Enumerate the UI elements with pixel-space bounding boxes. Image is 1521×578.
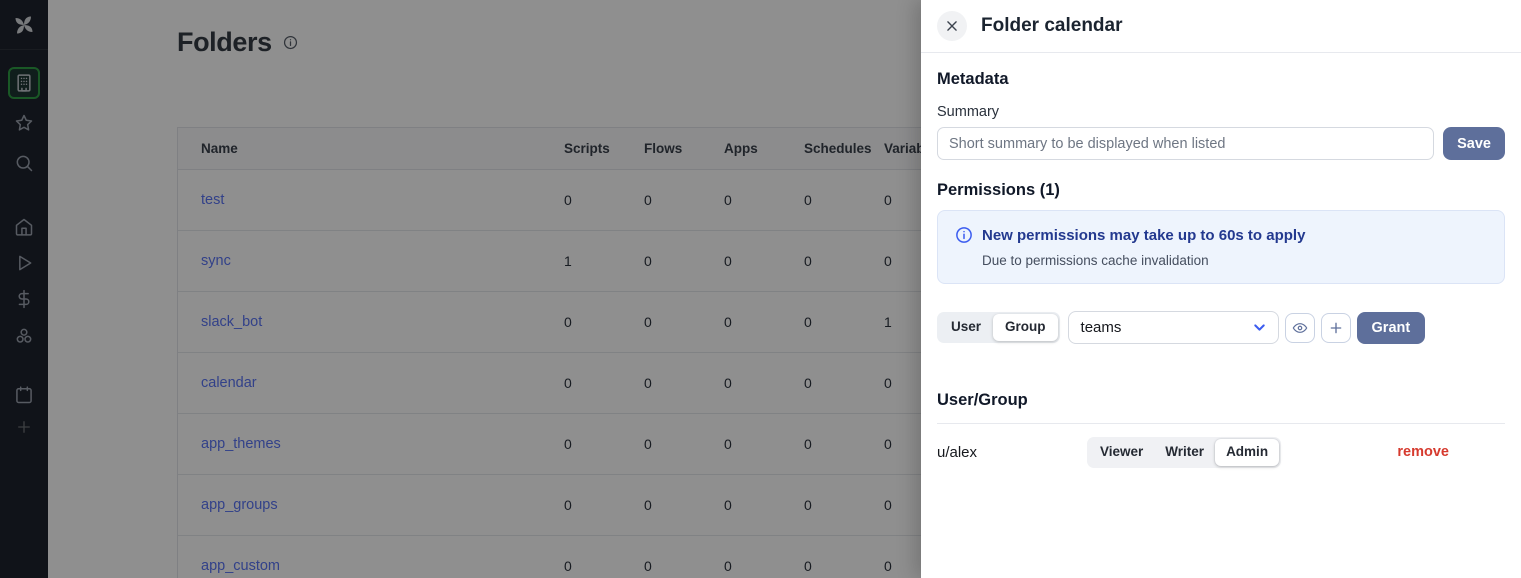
folder-details-drawer: Folder calendar Metadata Summary Save Pe… <box>921 0 1521 578</box>
group-select-value: teams <box>1081 319 1122 336</box>
toggle-group[interactable]: Group <box>993 314 1058 341</box>
user-group-list-heading: User/Group <box>937 391 1505 410</box>
alert-subtitle: Due to permissions cache invalidation <box>982 253 1487 268</box>
group-select[interactable]: teams <box>1068 311 1279 344</box>
permission-entry-name: u/alex <box>937 444 1087 461</box>
info-icon <box>955 226 973 244</box>
metadata-heading: Metadata <box>937 70 1505 89</box>
add-group-button[interactable] <box>1321 313 1351 343</box>
summary-label: Summary <box>937 104 1505 120</box>
remove-permission-button[interactable]: remove <box>1397 444 1449 460</box>
role-toggle: Viewer Writer Admin <box>1087 437 1281 468</box>
alert-title: New permissions may take up to 60s to ap… <box>982 227 1305 244</box>
save-button[interactable]: Save <box>1443 127 1505 160</box>
eye-icon <box>1292 320 1308 336</box>
chevron-down-icon <box>1251 319 1268 336</box>
permissions-alert: New permissions may take up to 60s to ap… <box>937 210 1505 284</box>
permissions-heading: Permissions (1) <box>937 181 1505 200</box>
grant-controls: User Group teams Grant <box>937 311 1505 344</box>
summary-input[interactable] <box>937 127 1434 160</box>
close-icon <box>945 19 959 33</box>
close-button[interactable] <box>937 11 967 41</box>
permission-entry-row: u/alex Viewer Writer Admin remove <box>937 424 1505 481</box>
drawer-header: Folder calendar <box>921 0 1521 53</box>
role-admin[interactable]: Admin <box>1215 439 1279 466</box>
view-permissions-button[interactable] <box>1285 313 1315 343</box>
grant-button[interactable]: Grant <box>1357 312 1426 344</box>
role-viewer[interactable]: Viewer <box>1089 439 1154 466</box>
toggle-user[interactable]: User <box>939 314 993 341</box>
plus-icon <box>1328 320 1344 336</box>
user-group-toggle: User Group <box>937 312 1060 343</box>
drawer-title: Folder calendar <box>981 15 1123 37</box>
role-writer[interactable]: Writer <box>1154 439 1215 466</box>
